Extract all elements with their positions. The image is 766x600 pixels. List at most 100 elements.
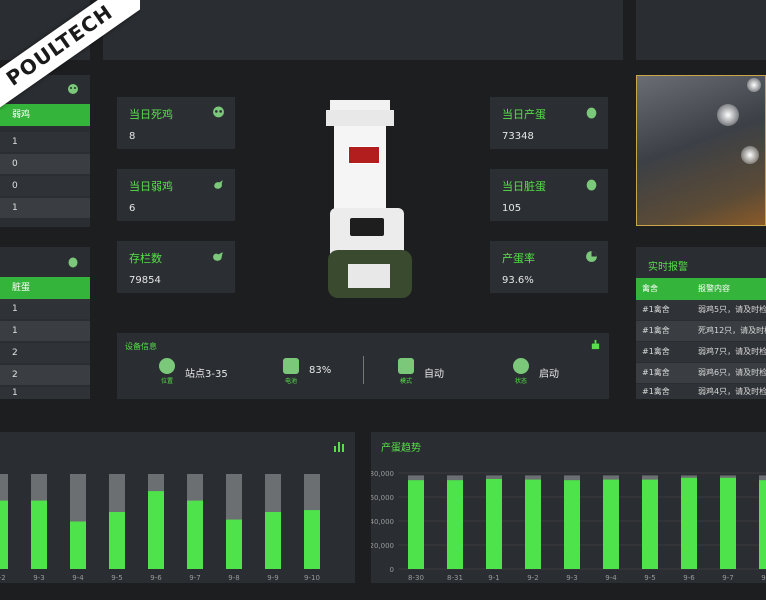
x-tick-label: 8-30: [408, 574, 424, 582]
card-dirty-eggs: 当日脏蛋 105: [490, 169, 608, 221]
robot-icon: [591, 339, 600, 350]
device-label: 状态: [514, 378, 527, 385]
table-row: 0: [0, 154, 90, 174]
chart-right-panel: 产蛋趋势 0 20,000 40,000 60,000 80,000 8-30 8-31 9-…: [371, 432, 766, 583]
card-title: 当日脏蛋: [502, 180, 546, 193]
egg-icon: [68, 257, 78, 268]
card-value: 73348: [502, 131, 534, 142]
skull-icon: [213, 106, 224, 118]
alarm-row: #1禽舍 弱鸡6只，请及时检: [636, 363, 766, 383]
chart-left: 9-2 9-3 9-4 9-5 9-6 9-7 9-8 9-9 9-10: [0, 474, 320, 582]
device-info-title: 设备信息: [125, 342, 157, 351]
alarm-col-house: 禽舍: [642, 284, 658, 293]
x-tick-label: 9-8: [228, 574, 239, 582]
bar: [759, 480, 766, 569]
device-label: 位置: [160, 378, 173, 385]
battery-icon: [283, 358, 299, 374]
alarm-row: #1禽舍 死鸡12只，请及时检: [636, 321, 766, 341]
device-value-status: 启动: [539, 369, 559, 380]
bar: [564, 480, 580, 569]
device-info-panel: 设备信息 位置 站点3-35 电池 83% 模式 自动 状态 启动: [117, 333, 609, 399]
x-tick-label: 9-2: [527, 574, 538, 582]
table-row: 1: [0, 299, 90, 319]
chart-right: 0 20,000 40,000 60,000 80,000 8-30 8-31 9-1 9-2 9…: [371, 470, 766, 582]
table-row: 0: [0, 176, 90, 196]
bar: [31, 500, 47, 569]
device-label: 模式: [399, 378, 412, 385]
y-tick-label: 0: [390, 566, 394, 574]
device-value-location: 站点3-35: [185, 369, 228, 380]
hen-icon: [213, 252, 223, 261]
bar: [720, 477, 736, 569]
x-tick-label: 9-5: [111, 574, 122, 582]
table-row: 1: [0, 387, 90, 399]
table-row: 1: [0, 198, 90, 218]
card-title: 当日弱鸡: [129, 180, 173, 193]
egg-icon: [586, 179, 597, 191]
bar: [525, 479, 541, 569]
x-tick-label: 9-7: [722, 574, 733, 582]
chart-left-panel: 9-2 9-3 9-4 9-5 9-6 9-7 9-8 9-9 9-10: [0, 432, 355, 583]
x-tick-label: 9-4: [72, 574, 84, 582]
bar: [447, 480, 463, 569]
alarm-title: 实时报警: [648, 262, 688, 273]
card-title: 存栏数: [129, 252, 162, 265]
bar: [603, 479, 619, 569]
x-tick-label: 9-10: [304, 574, 320, 582]
x-tick-label: 9-6: [150, 574, 162, 582]
bar: [408, 480, 424, 569]
table-row: 2: [0, 343, 90, 363]
x-tick-label: 9-4: [605, 574, 617, 582]
table-row: 1: [0, 132, 90, 152]
pie-icon: [586, 251, 597, 262]
chicken-icon: [214, 180, 223, 189]
x-tick-label: 9-5: [644, 574, 655, 582]
left-table-2-header: 脏蛋: [0, 277, 90, 299]
top-right-panel: [636, 0, 766, 60]
card-value: 6: [129, 203, 136, 214]
camera-feed: [636, 75, 766, 226]
bar: [486, 479, 502, 569]
x-tick-label: 9-1: [488, 574, 499, 582]
card-value: 79854: [129, 275, 161, 286]
card-title: 当日产蛋: [502, 108, 546, 121]
x-tick-label: 9-3: [566, 574, 577, 582]
alarm-col-content: 报警内容: [698, 284, 730, 293]
bar: [70, 521, 86, 569]
x-tick-label: 9-6: [683, 574, 695, 582]
card-stock: 存栏数 79854: [117, 241, 235, 293]
x-tick-label: 9-3: [33, 574, 44, 582]
bar: [226, 519, 242, 569]
location-icon: [159, 358, 175, 374]
device-label: 电池: [284, 378, 297, 385]
x-tick-label: 9-9: [267, 574, 278, 582]
top-center-panel: [103, 0, 623, 60]
bar: [148, 491, 164, 569]
table-row: 1: [0, 321, 90, 341]
left-table-2: 脏蛋 1 1 2 2 1: [0, 247, 90, 399]
bar: [642, 479, 658, 569]
status-icon: [513, 358, 529, 374]
bar: [187, 500, 203, 569]
egg-icon: [586, 107, 597, 119]
card-weak-chickens: 当日弱鸡 6: [117, 169, 235, 221]
card-value: 8: [129, 131, 136, 142]
y-tick-label: 40,000: [371, 518, 394, 526]
x-tick-label: 9-2: [0, 574, 6, 582]
logo-text: POULTECH: [1, 0, 118, 91]
bar: [265, 512, 281, 569]
card-value: 93.6%: [502, 275, 534, 286]
card-value: 105: [502, 203, 522, 214]
alarm-row: #1禽舍 弱鸡4只，请及时检: [636, 384, 766, 399]
bar: [681, 477, 697, 569]
mode-icon: [398, 358, 414, 374]
x-tick-label: 8-31: [447, 574, 463, 582]
bar: [109, 512, 125, 569]
x-tick-label: 9-7: [189, 574, 200, 582]
device-value-mode: 自动: [424, 369, 444, 380]
y-tick-label: 60,000: [371, 494, 394, 502]
alarm-row: #1禽舍 弱鸡5只，请及时检: [636, 300, 766, 320]
y-tick-label: 80,000: [371, 470, 394, 478]
alarm-row: #1禽舍 弱鸡7只，请及时检: [636, 342, 766, 362]
device-value-battery: 83%: [309, 365, 332, 376]
